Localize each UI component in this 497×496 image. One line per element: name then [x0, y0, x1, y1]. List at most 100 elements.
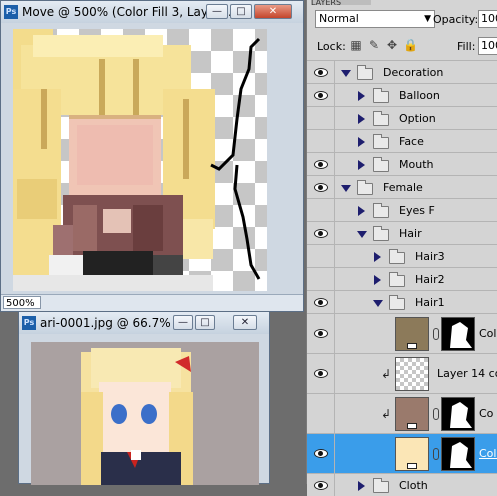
folder-icon — [389, 294, 405, 310]
document-canvas[interactable] — [13, 29, 267, 291]
expand-down-arrow-icon[interactable] — [341, 184, 351, 192]
fill-field[interactable]: 100 — [478, 37, 497, 55]
layer-name: Mouth — [399, 157, 434, 171]
minimize-button[interactable]: — — [173, 315, 193, 330]
layer-mask-thumbnail[interactable] — [441, 317, 475, 351]
expand-right-arrow-icon[interactable] — [358, 136, 365, 147]
folder-icon — [373, 156, 389, 172]
visibility-toggle[interactable] — [307, 153, 335, 175]
layer-row-layer-14-cop[interactable]: ↲ Layer 14 cop — [307, 353, 497, 393]
visibility-toggle[interactable] — [307, 245, 335, 267]
layer-row-mouth[interactable]: Mouth — [307, 152, 497, 175]
folder-icon — [373, 202, 389, 218]
blend-mode-value: Normal — [319, 12, 359, 25]
layer-thumbnail — [395, 357, 429, 391]
layer-row-option[interactable]: Option — [307, 106, 497, 129]
layers-panel: LAYERS Normal ▼ Opacity: 100 Lock: ▦ ✎ ✥… — [306, 0, 497, 496]
layer-row-colo[interactable]: Colo — [307, 433, 497, 473]
restore-button[interactable]: □ — [195, 315, 215, 330]
layer-row-female[interactable]: Female — [307, 175, 497, 198]
pixel-art-canvas-image — [13, 29, 261, 291]
minimize-button[interactable]: — — [206, 4, 228, 19]
expand-right-arrow-icon[interactable] — [358, 159, 365, 170]
eye-icon — [314, 90, 328, 100]
visibility-toggle[interactable] — [307, 61, 335, 83]
mask-shape — [450, 322, 472, 348]
move-window-title: Move @ 500% (Color Fill 3, Layer ... — [22, 5, 236, 19]
visibility-toggle[interactable] — [307, 268, 335, 290]
layer-name: Color — [479, 327, 497, 340]
layer-row-hair3[interactable]: Hair3 — [307, 244, 497, 267]
layer-row-cloth[interactable]: Cloth — [307, 473, 497, 496]
close-button[interactable]: ✕ — [233, 315, 257, 330]
expand-down-arrow-icon[interactable] — [373, 299, 383, 307]
clipping-mask-arrow-icon: ↲ — [381, 407, 392, 421]
layer-thumbnail — [395, 397, 429, 431]
layer-row-co[interactable]: ↲ Co — [307, 393, 497, 433]
layer-name: Eyes F — [399, 203, 435, 217]
visibility-toggle[interactable] — [307, 84, 335, 106]
visibility-toggle[interactable] — [307, 314, 335, 353]
visibility-toggle[interactable] — [307, 107, 335, 129]
layer-row-hair[interactable]: Hair — [307, 221, 497, 244]
layer-row-balloon[interactable]: Balloon — [307, 83, 497, 106]
restore-button[interactable]: □ — [230, 4, 252, 19]
close-button[interactable]: ✕ — [254, 4, 292, 19]
visibility-toggle[interactable] — [307, 474, 335, 496]
folder-icon — [373, 87, 389, 103]
ari-image-canvas[interactable] — [31, 342, 259, 485]
blend-mode-select[interactable]: Normal ▼ — [315, 10, 435, 28]
mask-link-icon[interactable] — [433, 328, 439, 340]
fill-adjustment-icon — [407, 423, 417, 429]
visibility-toggle[interactable] — [307, 176, 335, 198]
ari-window-titlebar[interactable]: Ps ari-0001.jpg @ 66.7% ... — □ ✕ — [19, 312, 269, 334]
expand-right-arrow-icon[interactable] — [358, 205, 365, 216]
layer-mask-thumbnail[interactable] — [441, 437, 475, 471]
layer-name: Female — [383, 180, 423, 194]
visibility-toggle[interactable] — [307, 199, 335, 221]
layers-tab[interactable]: LAYERS — [311, 0, 371, 5]
folder-icon — [373, 133, 389, 149]
visibility-toggle[interactable] — [307, 130, 335, 152]
layer-row-decoration[interactable]: Decoration — [307, 60, 497, 83]
move-window-statusbar: 500% — [1, 294, 303, 311]
mask-link-icon[interactable] — [433, 448, 439, 460]
ari-document-window[interactable]: Ps ari-0001.jpg @ 66.7% ... — □ ✕ — [18, 311, 270, 485]
layer-name: Layer 14 cop — [437, 367, 497, 380]
expand-down-arrow-icon[interactable] — [357, 230, 367, 238]
lock-image-pixels-icon[interactable]: ✎ — [367, 38, 381, 52]
expand-right-arrow-icon[interactable] — [374, 251, 381, 262]
mask-link-icon[interactable] — [433, 408, 439, 420]
visibility-toggle[interactable] — [307, 222, 335, 244]
eye-icon — [314, 368, 328, 378]
expand-right-arrow-icon[interactable] — [374, 274, 381, 285]
opacity-field[interactable]: 100 — [478, 10, 497, 28]
expand-right-arrow-icon[interactable] — [358, 90, 365, 101]
layer-row-face[interactable]: Face — [307, 129, 497, 152]
expand-right-arrow-icon[interactable] — [358, 480, 365, 491]
expand-down-arrow-icon[interactable] — [341, 69, 351, 77]
lock-label: Lock: — [317, 40, 346, 53]
visibility-toggle[interactable] — [307, 434, 335, 473]
eye-icon — [314, 297, 328, 307]
layer-row-color[interactable]: Color — [307, 313, 497, 353]
layer-name: Face — [399, 134, 424, 148]
layer-row-eyes-f[interactable]: Eyes F — [307, 198, 497, 221]
layer-row-hair2[interactable]: Hair2 — [307, 267, 497, 290]
eye-icon — [314, 228, 328, 238]
opacity-label: Opacity: — [433, 13, 479, 26]
layer-mask-thumbnail[interactable] — [441, 397, 475, 431]
move-document-window[interactable]: Ps Move @ 500% (Color Fill 3, Layer ... … — [0, 0, 304, 312]
clipping-mask-arrow-icon: ↲ — [381, 367, 392, 381]
lock-all-icon[interactable]: 🔒 — [403, 38, 418, 52]
zoom-level-field[interactable]: 500% — [3, 296, 41, 309]
fill-label: Fill: — [457, 40, 476, 53]
move-window-titlebar[interactable]: Ps Move @ 500% (Color Fill 3, Layer ... … — [1, 1, 303, 23]
visibility-toggle[interactable] — [307, 291, 335, 313]
expand-right-arrow-icon[interactable] — [358, 113, 365, 124]
lock-transparent-pixels-icon[interactable]: ▦ — [349, 38, 363, 52]
visibility-toggle[interactable] — [307, 354, 335, 393]
layer-row-hair1[interactable]: Hair1 — [307, 290, 497, 313]
visibility-toggle[interactable] — [307, 394, 335, 433]
lock-position-icon[interactable]: ✥ — [385, 38, 399, 52]
